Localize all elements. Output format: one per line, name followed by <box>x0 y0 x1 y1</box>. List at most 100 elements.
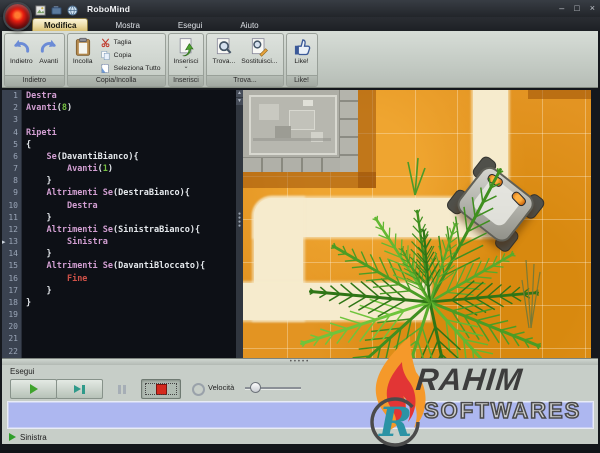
step-button[interactable] <box>56 379 103 399</box>
code-line <box>26 114 236 126</box>
window-title: RoboMind <box>87 4 130 14</box>
line-number: 16 <box>2 273 21 285</box>
copia-button[interactable]: Copia <box>98 49 163 62</box>
line-number: 18 <box>2 297 21 309</box>
tab-mostra[interactable]: Mostra <box>104 19 150 31</box>
line-number: 21 <box>2 333 21 345</box>
code-line: Altrimenti Se(DavantiBloccato){ <box>26 260 236 272</box>
line-number: 4 <box>2 127 21 139</box>
minimize-button[interactable]: – <box>559 3 564 13</box>
line-number: 11 <box>2 212 21 224</box>
run-panel: Esegui Velocità Sinistra <box>2 365 598 444</box>
code-line: } <box>26 212 236 224</box>
code-line: Avanti(8) <box>26 102 236 114</box>
line-number: 7 <box>2 163 21 175</box>
line-number: 3 <box>2 114 21 126</box>
pause-button <box>104 379 140 399</box>
line-number: 14 <box>2 248 21 260</box>
line-number: 2 <box>2 102 21 114</box>
close-button[interactable]: × <box>590 3 595 13</box>
button-label: Incolla <box>73 58 93 65</box>
code-line: } <box>26 285 236 297</box>
scroll-down-icon[interactable]: ▼ <box>236 98 243 105</box>
window-controls: – □ × <box>559 3 595 13</box>
ribbon-group-label: Indietro <box>5 75 64 86</box>
code-line <box>26 333 236 345</box>
tab-aiuto[interactable]: Aiuto <box>229 19 269 31</box>
code-line: Altrimenti Se(DestraBianco){ <box>26 187 236 199</box>
stop-icon <box>156 384 167 395</box>
button-label: Copia <box>114 52 132 59</box>
code-line: Destra <box>26 90 236 102</box>
quick-access-toolbar <box>35 3 78 14</box>
tab-modifica[interactable]: Modifica <box>32 18 88 31</box>
code-line: { <box>26 139 236 151</box>
code-editor[interactable]: 12345678910111213141516171819202122▸ Des… <box>2 90 236 358</box>
robomind-logo-icon <box>3 2 32 31</box>
palm-plant <box>243 90 591 358</box>
code-line: Se(DavantiBianco){ <box>26 151 236 163</box>
robot-world-view <box>243 90 591 358</box>
redo-icon <box>39 37 59 57</box>
code-line: Sinistra <box>26 236 236 248</box>
editor-scrollbar[interactable]: ▲ ▼ ●●●● <box>236 90 243 358</box>
button-label: Seleziona Tutto <box>114 65 161 72</box>
menu-tab-bar: Modifica Mostra Esegui Aiuto <box>0 17 600 31</box>
vertical-splitter-handle[interactable]: ●●●● <box>238 212 241 228</box>
ribbon-group-label: Copia/Incolla <box>68 75 165 86</box>
code-line: Destra <box>26 200 236 212</box>
speed-slider-thumb[interactable] <box>250 382 261 393</box>
maximize-button[interactable]: □ <box>574 3 579 13</box>
code-line: Altrimenti Se(SinistraBianco){ <box>26 224 236 236</box>
web-globe-icon[interactable] <box>67 3 78 14</box>
stop-button[interactable] <box>141 379 181 399</box>
button-label: Like! <box>294 58 308 65</box>
open-file-icon[interactable] <box>51 3 62 14</box>
step-icon <box>74 385 85 394</box>
select-all-icon <box>100 63 111 74</box>
trova-button[interactable]: Trova... <box>209 36 238 66</box>
ribbon-group-label: Trova... <box>207 75 282 86</box>
speed-label: Velocità <box>208 383 234 392</box>
play-icon <box>30 384 38 394</box>
status-bar: Sinistra <box>2 430 598 444</box>
ribbon-group-like: Like! Like! <box>286 33 318 87</box>
incolla-button[interactable]: Incolla <box>70 36 96 66</box>
avanti-button[interactable]: Avanti <box>36 36 62 66</box>
ribbon-group-trova: Trova...Sostituisci...Trova... <box>206 33 283 87</box>
taglia-button[interactable]: Taglia <box>98 36 163 49</box>
chevron-down-icon: ⌄ <box>183 65 188 69</box>
button-label: Trova... <box>212 58 235 65</box>
like-button[interactable]: Like! <box>289 36 315 66</box>
line-number: 17 <box>2 285 21 297</box>
inserisci-button[interactable]: Inserisci⌄ <box>171 36 202 70</box>
button-label: Avanti <box>39 58 58 65</box>
ribbon-group-label: Like! <box>287 75 317 86</box>
line-number: 20 <box>2 321 21 333</box>
code-line: } <box>26 248 236 260</box>
new-map-icon[interactable] <box>35 3 46 14</box>
line-number: 8 <box>2 175 21 187</box>
copy-icon <box>100 50 111 61</box>
code-line <box>26 346 236 358</box>
code-editor-content[interactable]: DestraAvanti(8)Ripeti{ Se(DavantiBianco)… <box>22 90 236 358</box>
line-number: 22 <box>2 346 21 358</box>
play-button[interactable] <box>10 379 57 399</box>
current-line-marker-icon: ▸ <box>2 238 6 246</box>
ribbon-toolbar: Indietro Avanti Indietro Incolla Taglia Copia… <box>2 31 598 88</box>
indietro-button[interactable]: Indietro <box>7 36 36 66</box>
line-number-gutter: 12345678910111213141516171819202122▸ <box>2 90 22 358</box>
ribbon-group-inserisci: Inserisci⌄ Inserisci <box>168 33 205 87</box>
tab-esegui[interactable]: Esegui <box>167 19 213 31</box>
scroll-up-icon[interactable]: ▲ <box>236 90 243 97</box>
seleziona-tutto-button[interactable]: Seleziona Tutto <box>98 62 163 75</box>
status-play-icon <box>9 433 16 441</box>
find-icon <box>214 37 234 57</box>
ribbon-group-label: Inserisci <box>169 75 204 86</box>
ribbon-group-copia-incolla: Incolla Taglia Copia Seleziona Tutto Copia/I… <box>67 33 166 87</box>
sostituisci-button[interactable]: Sostituisci... <box>238 36 280 66</box>
robomind-window: RoboMind – □ × Modifica Mostra Esegui Aiuto… <box>0 0 600 450</box>
button-label: Indietro <box>10 58 33 65</box>
message-area <box>7 401 594 429</box>
insert-icon <box>176 37 196 57</box>
